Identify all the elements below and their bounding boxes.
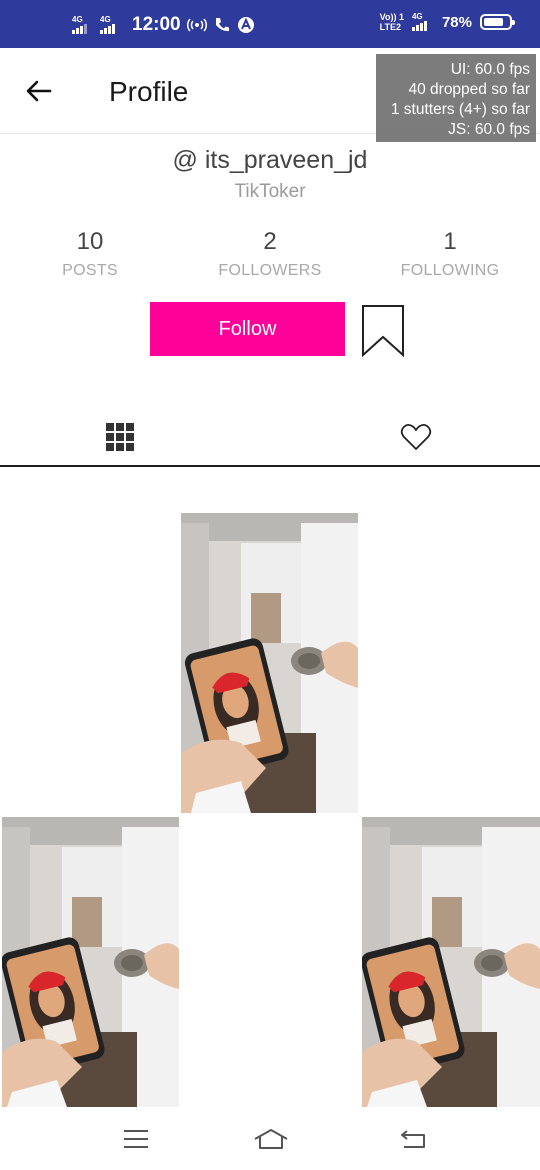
video-thumbnail-image bbox=[362, 817, 540, 1107]
heart-icon bbox=[400, 423, 432, 450]
page-title: Profile bbox=[109, 76, 189, 107]
tab-liked[interactable] bbox=[391, 412, 441, 462]
stat-following[interactable]: 1 FOLLOWING bbox=[360, 228, 540, 280]
home-icon bbox=[254, 1129, 288, 1149]
arrow-left-icon bbox=[26, 80, 52, 102]
signal-icon: 4G bbox=[72, 16, 94, 34]
perf-ui-fps: UI: 60.0 fps bbox=[450, 61, 530, 78]
profile-username: @ its_praveen_jd bbox=[172, 146, 368, 174]
back-button[interactable] bbox=[22, 74, 56, 108]
perf-monitor: UI: 60.0 fps 40 dropped so far 1 stutter… bbox=[376, 54, 536, 142]
perf-dropped: 40 dropped so far bbox=[408, 81, 530, 98]
video-thumbnail[interactable] bbox=[181, 513, 358, 813]
bookmark-button[interactable] bbox=[361, 304, 405, 358]
tabs-divider bbox=[0, 465, 540, 467]
stat-followers[interactable]: 2 FOLLOWERS bbox=[180, 228, 360, 280]
status-right: Vo)) 1 LTE2 4G 78% bbox=[379, 12, 515, 32]
stat-value: 1 bbox=[443, 228, 457, 255]
perf-js-fps: JS: 60.0 fps bbox=[448, 121, 530, 138]
grid-icon bbox=[106, 423, 134, 451]
stat-value: 10 bbox=[76, 228, 104, 255]
network-type-2: 4G bbox=[100, 15, 111, 24]
video-thumbnail-image bbox=[181, 513, 358, 813]
battery-percent: 78% bbox=[441, 13, 472, 31]
status-bar: 4G 4G 12:00 Vo)) 1 LTE2 4G 78% bbox=[0, 0, 540, 48]
status-left: 4G 4G 12:00 bbox=[72, 14, 255, 36]
stat-label: FOLLOWERS bbox=[218, 262, 322, 279]
video-thumbnail-image bbox=[2, 817, 179, 1107]
menu-icon bbox=[124, 1130, 148, 1148]
nav-menu-button[interactable] bbox=[116, 1124, 156, 1154]
video-thumbnail[interactable] bbox=[2, 817, 179, 1107]
nav-home-button[interactable] bbox=[251, 1124, 291, 1154]
stat-value: 2 bbox=[263, 228, 277, 255]
follow-button[interactable]: Follow bbox=[150, 302, 345, 356]
system-navbar bbox=[0, 1108, 540, 1170]
signal-icon-2: 4G bbox=[100, 16, 122, 34]
nav-back-button[interactable] bbox=[393, 1124, 433, 1154]
stat-posts[interactable]: 10 POSTS bbox=[0, 228, 180, 280]
network-type-1: 4G bbox=[72, 15, 83, 24]
volte-indicator: Vo)) 1 LTE2 bbox=[379, 12, 404, 32]
signal-icon-3: 4G bbox=[411, 12, 434, 31]
back-icon bbox=[401, 1130, 425, 1148]
bookmark-icon bbox=[362, 305, 404, 358]
hotspot-icon bbox=[186, 18, 207, 32]
tab-posts-grid[interactable] bbox=[95, 412, 145, 462]
video-thumbnail[interactable] bbox=[362, 817, 540, 1107]
call-icon bbox=[215, 18, 229, 32]
stat-label: POSTS bbox=[62, 262, 118, 279]
clock: 12:00 bbox=[132, 14, 181, 35]
profile-subtitle: TikToker bbox=[234, 181, 306, 202]
perf-stutters: 1 stutters (4+) so far bbox=[390, 101, 530, 118]
battery-icon bbox=[480, 14, 515, 30]
network-type-3: 4G bbox=[411, 12, 423, 21]
stat-label: FOLLOWING bbox=[400, 262, 500, 279]
app-notification-icon bbox=[237, 17, 254, 33]
